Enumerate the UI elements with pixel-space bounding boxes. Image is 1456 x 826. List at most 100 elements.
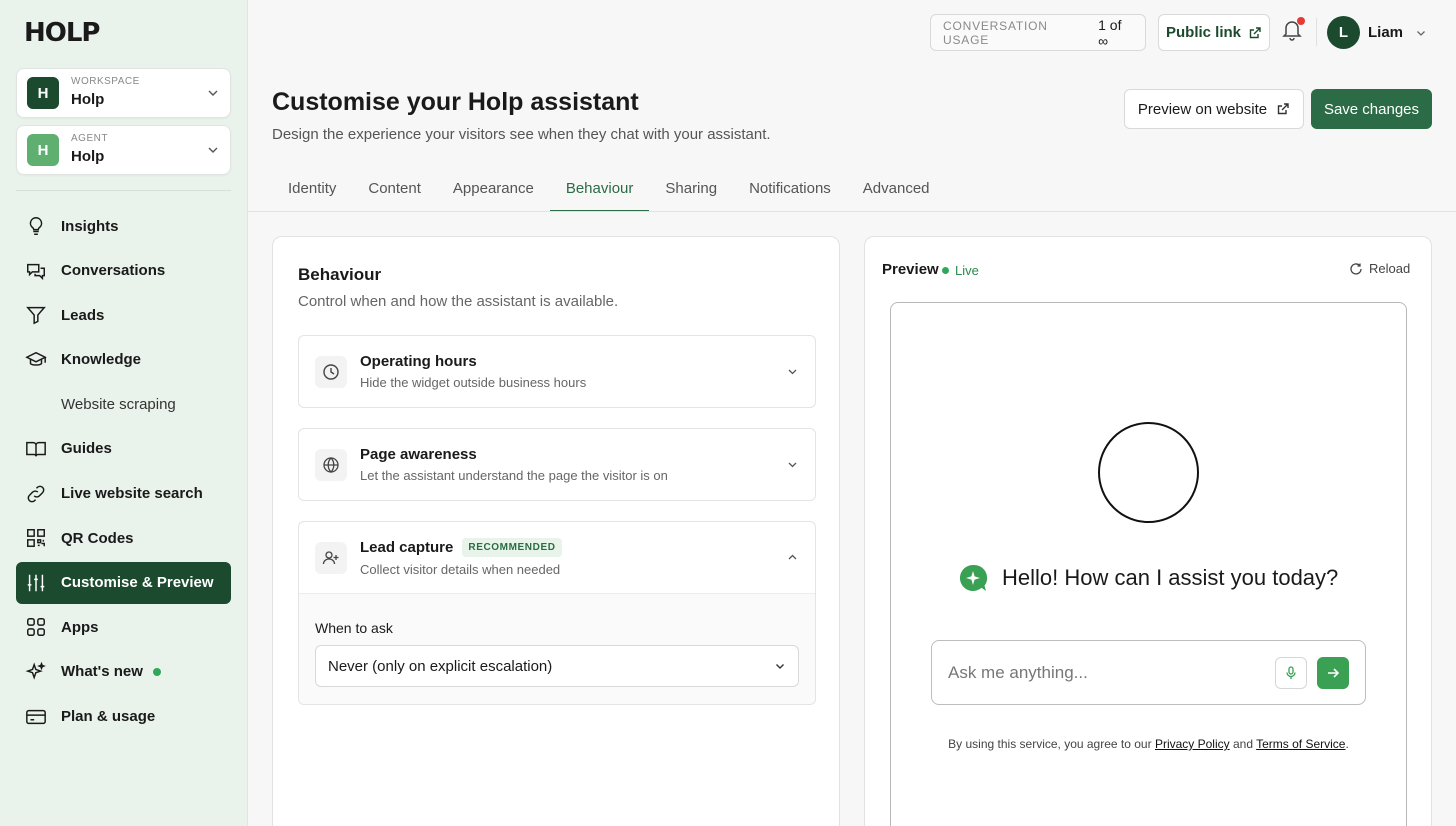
sidebar-item-live-search[interactable]: Live website search [16,473,231,515]
section-title: Operating hours [360,353,477,370]
new-indicator-dot [152,667,161,676]
sidebar-nav: Insights Conversations Leads Knowledge W… [16,205,231,740]
agent-selector[interactable]: H AGENT Holp [16,125,231,175]
page-awareness-section: Page awareness Let the assistant underst… [298,428,816,501]
sidebar-item-label: Plan & usage [61,708,156,726]
sidebar-item-whats-new[interactable]: What's new [16,651,231,693]
sidebar-item-insights[interactable]: Insights [16,205,231,247]
logo[interactable]: HOLP [24,18,100,48]
tab-content[interactable]: Content [352,168,437,212]
credit-card-icon [26,709,46,724]
chevron-down-icon [208,147,218,153]
sidebar-item-label: Apps [61,618,99,636]
live-dot [942,267,949,274]
section-description: Collect visitor details when needed [360,562,561,577]
tab-identity[interactable]: Identity [272,168,352,212]
section-title: Page awareness [360,446,477,463]
workspace-selector[interactable]: H WORKSPACE Holp [16,68,231,118]
chevron-up-icon [788,554,797,560]
avatar: L [1327,16,1360,49]
tab-sharing[interactable]: Sharing [649,168,733,212]
sidebar-item-label: Conversations [61,262,166,280]
sidebar-item-label: Live website search [61,485,203,503]
sidebar-item-knowledge[interactable]: Knowledge [16,339,231,381]
settings-tabs: Identity Content Appearance Behaviour Sh… [272,168,946,212]
lead-capture-body: When to ask Never (only on explicit esca… [299,593,815,704]
preview-title: Preview [882,261,939,278]
topbar-divider [1316,18,1317,46]
recommended-badge: RECOMMENDED [462,538,562,557]
notification-dot [1297,17,1305,25]
sidebar-item-plan-usage[interactable]: Plan & usage [16,696,231,738]
preview-on-website-button[interactable]: Preview on website [1124,89,1304,129]
chevron-down-icon [208,90,218,96]
clock-icon [323,363,339,380]
chat-input-placeholder: Ask me anything... [948,662,1088,682]
privacy-policy-link[interactable]: Privacy Policy [1155,737,1230,751]
sidebar-item-label: QR Codes [61,529,134,547]
graduation-cap-icon [25,351,47,366]
operating-hours-header[interactable]: Operating hours Hide the widget outside … [299,336,815,407]
workspace-caption: WORKSPACE [71,76,140,87]
reload-button[interactable]: Reload [1349,261,1410,276]
sidebar-item-conversations[interactable]: Conversations [16,250,231,292]
logo-text: HOLP [24,18,100,48]
when-to-ask-label: When to ask [315,620,393,636]
section-description: Hide the widget outside business hours [360,375,587,390]
apps-grid-icon [27,618,45,637]
arrow-right-icon [1328,667,1340,678]
sidebar-item-label: Guides [61,440,112,458]
behaviour-title: Behaviour [298,265,382,284]
operating-hours-section: Operating hours Hide the widget outside … [298,335,816,408]
microphone-button[interactable] [1275,656,1307,689]
tabs-divider [248,211,1456,212]
external-link-icon [1277,103,1289,115]
tab-notifications[interactable]: Notifications [733,168,847,212]
chevron-down-icon [1417,30,1425,36]
terms-of-service-link[interactable]: Terms of Service [1256,737,1345,751]
qr-code-icon [27,529,45,548]
page-subtitle: Design the experience your visitors see … [272,126,771,143]
agent-caption: AGENT [71,133,108,144]
agent-name: Holp [71,148,105,165]
send-button[interactable] [1317,656,1349,689]
sidebar-item-website-scraping[interactable]: Website scraping [16,383,231,425]
sidebar-item-label: Leads [61,306,105,324]
sidebar-item-apps[interactable]: Apps [16,606,231,648]
legal-and: and [1232,737,1253,751]
when-to-ask-value: Never (only on explicit escalation) [328,657,553,675]
sidebar-item-customise[interactable]: Customise & Preview [16,561,231,604]
user-plus-icon [322,550,339,564]
section-title: Lead capture [360,539,454,556]
tab-behaviour[interactable]: Behaviour [549,168,650,212]
live-label: Live [955,263,979,278]
user-menu[interactable]: L Liam [1327,16,1427,49]
external-link-icon [1249,26,1261,38]
usage-label: CONVERSATION USAGE [943,18,1048,47]
tab-appearance[interactable]: Appearance [437,168,550,212]
sidebar-item-label: Knowledge [61,351,142,369]
globe-icon [323,456,339,473]
sparkles-icon [25,661,46,680]
lead-capture-header[interactable]: Lead capture RECOMMENDED Collect visitor… [299,522,815,593]
page-title: Customise your Holp assistant [272,88,639,116]
page-awareness-header[interactable]: Page awareness Let the assistant underst… [299,429,815,500]
sidebar-item-label: What's new [61,663,143,681]
live-status: Live [942,263,979,278]
assistant-bubble-icon [959,564,988,591]
chevron-down-icon [776,664,784,669]
public-link-button[interactable]: Public link [1158,14,1270,51]
chat-input[interactable]: Ask me anything... [931,640,1366,705]
sidebar-item-guides[interactable]: Guides [16,428,231,470]
behaviour-subtitle: Control when and how the assistant is av… [298,293,619,310]
sidebar-item-leads[interactable]: Leads [16,294,231,336]
behaviour-card: Behaviour Control when and how the assis… [272,236,840,826]
public-link-label: Public link [1165,24,1241,41]
save-changes-button[interactable]: Save changes [1311,89,1432,129]
legal-notice: By using this service, you agree to our … [891,737,1406,751]
sidebar-item-qr-codes[interactable]: QR Codes [16,517,231,559]
when-to-ask-select[interactable]: Never (only on explicit escalation) [315,645,799,687]
legal-prefix: By using this service, you agree to our [948,737,1152,751]
tab-advanced[interactable]: Advanced [847,168,946,212]
preview-card: Preview Live Reload Hello! How can I ass… [864,236,1432,826]
